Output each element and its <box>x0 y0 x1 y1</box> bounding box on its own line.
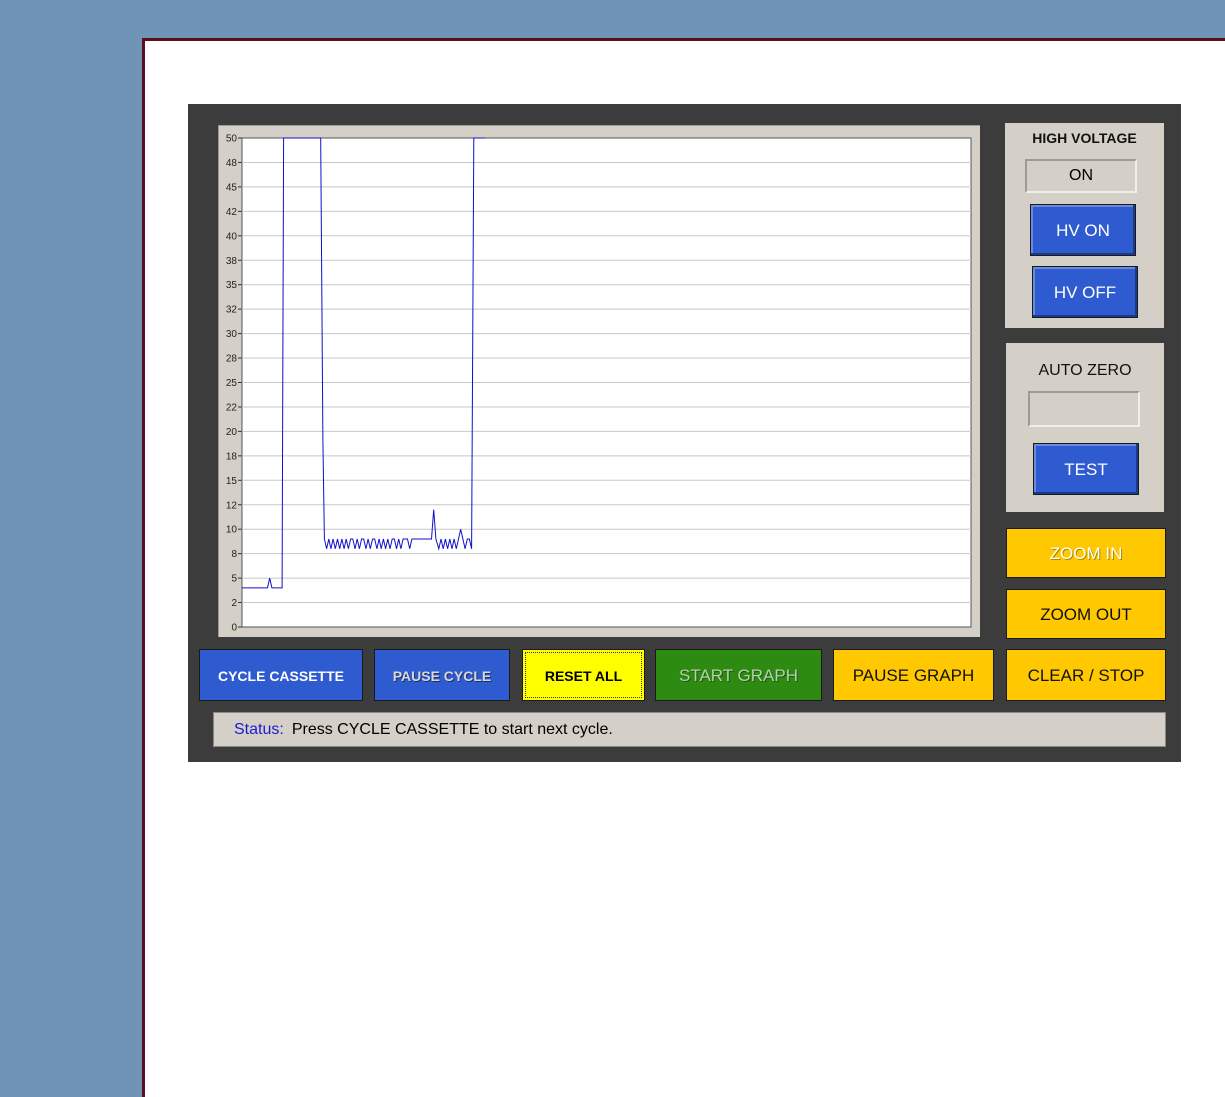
pause-cycle-button[interactable]: PAUSE CYCLE <box>374 649 510 701</box>
auto-zero-value <box>1028 391 1140 427</box>
line-chart: 02581012151820222528303235384042454850 <box>226 134 972 634</box>
hv-off-button[interactable]: HV OFF <box>1032 266 1138 318</box>
y-tick-label: 48 <box>226 158 238 169</box>
y-tick-label: 50 <box>226 134 238 145</box>
y-tick-label: 40 <box>226 231 238 242</box>
y-tick-label: 38 <box>226 256 238 267</box>
y-tick-label: 15 <box>226 476 238 487</box>
status-label: Status: <box>234 721 284 738</box>
start-graph-button[interactable]: START GRAPH <box>655 649 822 701</box>
test-button[interactable]: TEST <box>1033 443 1139 495</box>
y-tick-label: 8 <box>231 549 237 560</box>
y-tick-label: 45 <box>226 182 238 193</box>
high-voltage-title: HIGH VOLTAGE <box>1032 130 1137 146</box>
zoom-out-button[interactable]: ZOOM OUT <box>1006 589 1166 639</box>
auto-zero-title: AUTO ZERO <box>1038 362 1132 379</box>
y-tick-label: 42 <box>226 207 238 218</box>
y-tick-label: 30 <box>226 329 238 340</box>
y-tick-label: 28 <box>226 354 238 365</box>
control-panel: 0 2 5 8 10 12 15 18 20 22 25 28 30 32 35 38 40 42 45 48 50 H… <box>188 104 1181 762</box>
y-tick-label: 5 <box>231 574 237 585</box>
high-voltage-panel: HIGH VOLTAGE ON HV ON HV OFF <box>1005 123 1164 328</box>
y-tick-label: 35 <box>226 280 238 291</box>
y-tick-label: 32 <box>226 305 238 316</box>
cycle-cassette-button[interactable]: CYCLE CASSETTE <box>199 649 363 701</box>
high-voltage-state: ON <box>1025 159 1137 193</box>
y-tick-label: 12 <box>226 500 238 511</box>
hv-on-button[interactable]: HV ON <box>1030 204 1136 256</box>
pause-graph-button[interactable]: PAUSE GRAPH <box>833 649 994 701</box>
auto-zero-panel: AUTO ZERO TEST <box>1006 343 1164 512</box>
y-tick-label: 2 <box>231 598 237 609</box>
y-tick-label: 0 <box>231 623 237 634</box>
y-tick-label: 22 <box>226 402 238 413</box>
zoom-in-button[interactable]: ZOOM IN <box>1006 528 1166 578</box>
y-tick-label: 25 <box>226 378 238 389</box>
y-tick-label: 10 <box>226 525 238 536</box>
reset-all-button[interactable]: RESET ALL <box>522 649 645 701</box>
status-bar: Status: Press CYCLE CASSETTE to start nex… <box>213 712 1166 747</box>
y-tick-label: 20 <box>226 427 238 438</box>
clear-stop-button[interactable]: CLEAR / STOP <box>1006 649 1166 701</box>
status-message: Press CYCLE CASSETTE to start next cycle… <box>291 721 613 738</box>
chart-frame: 0 2 5 8 10 12 15 18 20 22 25 28 30 32 35 38 40 42 45 48 50 <box>218 125 980 637</box>
y-tick-label: 18 <box>226 451 238 462</box>
